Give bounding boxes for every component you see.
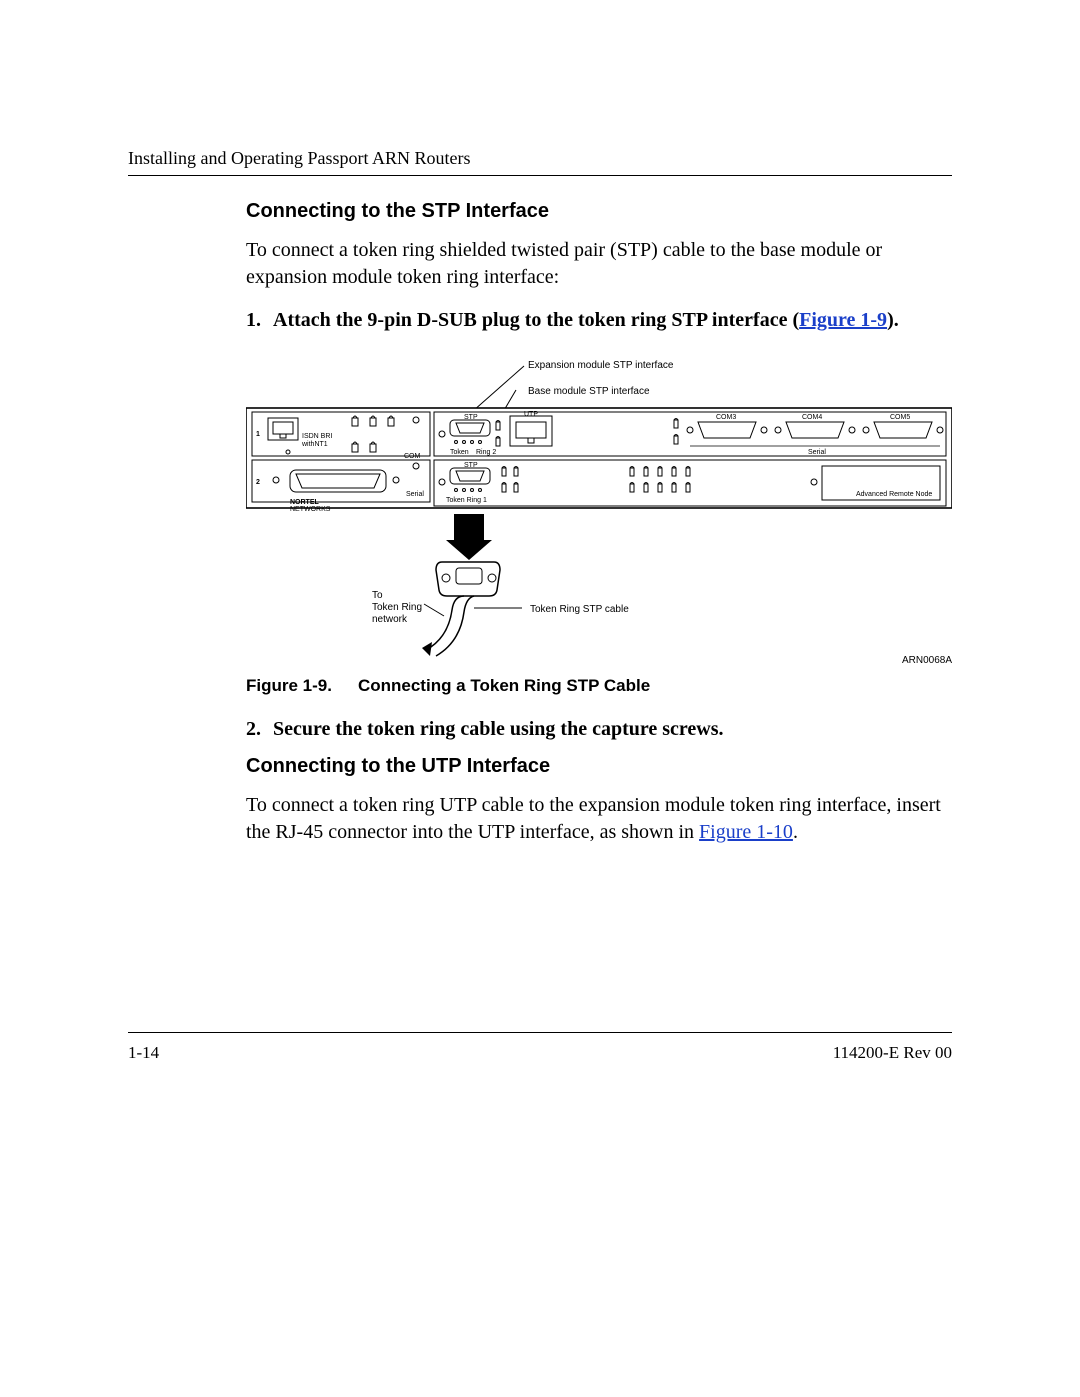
heading-stp: Connecting to the STP Interface [246, 200, 952, 223]
page-number: 1-14 [128, 1043, 159, 1063]
serial-label: Serial [808, 449, 826, 456]
header-rule [128, 175, 952, 176]
figure-caption: Figure 1-9. Connecting a Token Ring STP … [246, 676, 952, 696]
figure-1-9: Expansion module STP interface Base modu… [246, 346, 952, 666]
step-2-text: Secure the token ring cable using the ca… [273, 718, 952, 741]
isdn-label: ISDN BRI [302, 433, 332, 440]
slot-2: 2 [256, 479, 260, 486]
figure-caption-text: Connecting a Token Ring STP Cable [358, 676, 650, 696]
com4-label: COM4 [802, 414, 822, 421]
tr1-label: Token Ring 1 [446, 497, 487, 504]
step-1: 1. Attach the 9-pin D-SUB plug to the to… [246, 309, 952, 332]
nortel-2: NETWORKS [290, 506, 331, 513]
running-header: Installing and Operating Passport ARN Ro… [128, 148, 952, 169]
stp-top-label: STP [464, 414, 478, 421]
arn-label: Advanced Remote Node [856, 491, 932, 498]
step-2-number: 2. [246, 718, 261, 741]
step-1-number: 1. [246, 309, 261, 332]
to-tr-1: To [372, 590, 383, 601]
stp-bottom-label: STP [464, 462, 478, 469]
com-label: COM [404, 453, 421, 460]
nortel-1: NORTEL [290, 499, 320, 506]
intro-stp: To connect a token ring shielded twisted… [246, 237, 952, 291]
para-utp: To connect a token ring UTP cable to the… [246, 792, 952, 846]
step-1-pre: Attach the 9-pin D-SUB plug to the token… [273, 309, 799, 331]
step-1-post: ). [887, 309, 899, 331]
figure-art-id: ARN0068A [902, 655, 952, 666]
figure-1-9-link[interactable]: Figure 1-9 [799, 309, 887, 331]
slot-1: 1 [256, 431, 260, 438]
com3-label: COM3 [716, 414, 736, 421]
to-tr-3: network [372, 614, 408, 625]
para-utp-pre: To connect a token ring UTP cable to the… [246, 794, 941, 843]
footer-rule [128, 1032, 952, 1033]
tr2-b: Ring 2 [476, 449, 496, 456]
base-label: Base module STP interface [528, 386, 650, 397]
to-tr-2: Token Ring [372, 602, 422, 613]
figure-1-10-link[interactable]: Figure 1-10 [699, 821, 793, 843]
serial-small-label: Serial [406, 491, 424, 498]
cable-label: Token Ring STP cable [530, 604, 629, 615]
withnt1-label: withNT1 [301, 441, 328, 448]
doc-id: 114200-E Rev 00 [833, 1043, 952, 1063]
para-utp-post: . [793, 821, 798, 843]
step-2: 2. Secure the token ring cable using the… [246, 718, 952, 741]
heading-utp: Connecting to the UTP Interface [246, 755, 952, 778]
figure-caption-num: Figure 1-9. [246, 676, 332, 696]
tr2-a: Token [450, 449, 469, 456]
utp-label: UTP [524, 411, 538, 418]
step-1-text: Attach the 9-pin D-SUB plug to the token… [273, 309, 952, 332]
com5-label: COM5 [890, 414, 910, 421]
expansion-label: Expansion module STP interface [528, 360, 674, 371]
